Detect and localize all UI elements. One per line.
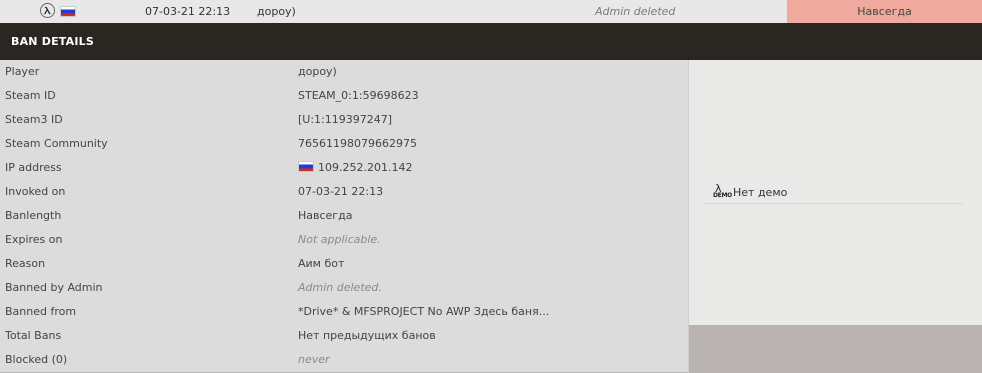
detail-row-banned-from: Banned from *Drive* & MFSPROJECT No AWP … <box>0 300 688 324</box>
detail-value: STEAM_0:1:59698623 <box>298 89 419 102</box>
ban-details-table: Player дороу) Steam ID STEAM_0:1:5969862… <box>0 60 689 373</box>
detail-row-steam-community: Steam Community 76561198079662975 <box>0 132 688 156</box>
ban-length-badge: Навсегда <box>787 0 982 23</box>
detail-row-invoked-on: Invoked on 07-03-21 22:13 <box>0 180 688 204</box>
detail-row-banlength: Banlength Навсегда <box>0 204 688 228</box>
detail-row-blocked: Blocked (0) never <box>0 348 688 372</box>
ban-row[interactable]: 07-03-21 22:13 дороу) Admin deleted Навс… <box>0 0 982 23</box>
detail-value: дороу) <box>298 65 337 78</box>
detail-label: Steam3 ID <box>5 113 63 126</box>
russia-flag-icon <box>298 161 314 172</box>
detail-row-reason: Reason Аим бот <box>0 252 688 276</box>
detail-label: Banned from <box>5 305 77 318</box>
demo-icon: λ DEMO <box>713 182 732 199</box>
detail-label: Banlength <box>5 209 62 222</box>
detail-label: Total Bans <box>5 329 62 342</box>
ban-details-header: BAN DETAILS <box>0 23 982 60</box>
detail-label: Steam Community <box>5 137 108 150</box>
ban-date: 07-03-21 22:13 <box>145 5 231 18</box>
detail-row-steam3-id: Steam3 ID [U:1:119397247] <box>0 108 688 132</box>
player-name: дороу) <box>257 5 296 18</box>
detail-label: Invoked on <box>5 185 66 198</box>
detail-label: Blocked (0) <box>5 353 68 366</box>
detail-row-player: Player дороу) <box>0 60 688 84</box>
side-panel-footer <box>689 325 982 373</box>
steam-community-link[interactable]: 76561198079662975 <box>298 132 417 156</box>
detail-value: 07-03-21 22:13 <box>298 185 384 198</box>
detail-value: never <box>298 353 330 366</box>
demo-entry: λ DEMO Нет демо <box>713 182 787 202</box>
ip-address-text: 109.252.201.142 <box>318 161 413 174</box>
detail-value-ip: 109.252.201.142 <box>298 156 412 180</box>
half-life-lambda-icon <box>40 3 55 18</box>
detail-value: [U:1:119397247] <box>298 113 393 126</box>
side-panel: λ DEMO Нет демо <box>689 60 982 325</box>
detail-value: Not applicable. <box>298 233 381 246</box>
detail-row-expires-on: Expires on Not applicable. <box>0 228 688 252</box>
detail-row-steam-id: Steam ID STEAM_0:1:59698623 <box>0 84 688 108</box>
detail-value: Admin deleted. <box>298 281 382 294</box>
detail-label: Player <box>5 65 40 78</box>
detail-label: Banned by Admin <box>5 281 103 294</box>
detail-label: IP address <box>5 161 62 174</box>
detail-row-ip-address: IP address 109.252.201.142 <box>0 156 688 180</box>
detail-value: *Drive* & MFSPROJECT No AWP Здесь баня..… <box>298 305 550 318</box>
detail-label: Reason <box>5 257 46 270</box>
detail-label: Expires on <box>5 233 63 246</box>
detail-value: Навсегда <box>298 209 353 222</box>
detail-row-banned-by-admin: Banned by Admin Admin deleted. <box>0 276 688 300</box>
ban-admin: Admin deleted <box>595 5 676 18</box>
detail-label: Steam ID <box>5 89 56 102</box>
demo-label: Нет демо <box>733 185 788 199</box>
divider <box>705 203 963 204</box>
detail-value: Аим бот <box>298 257 345 270</box>
russia-flag-icon <box>60 6 76 17</box>
detail-row-total-bans: Total Bans Нет предыдущих банов <box>0 324 688 348</box>
detail-value: Нет предыдущих банов <box>298 329 436 342</box>
